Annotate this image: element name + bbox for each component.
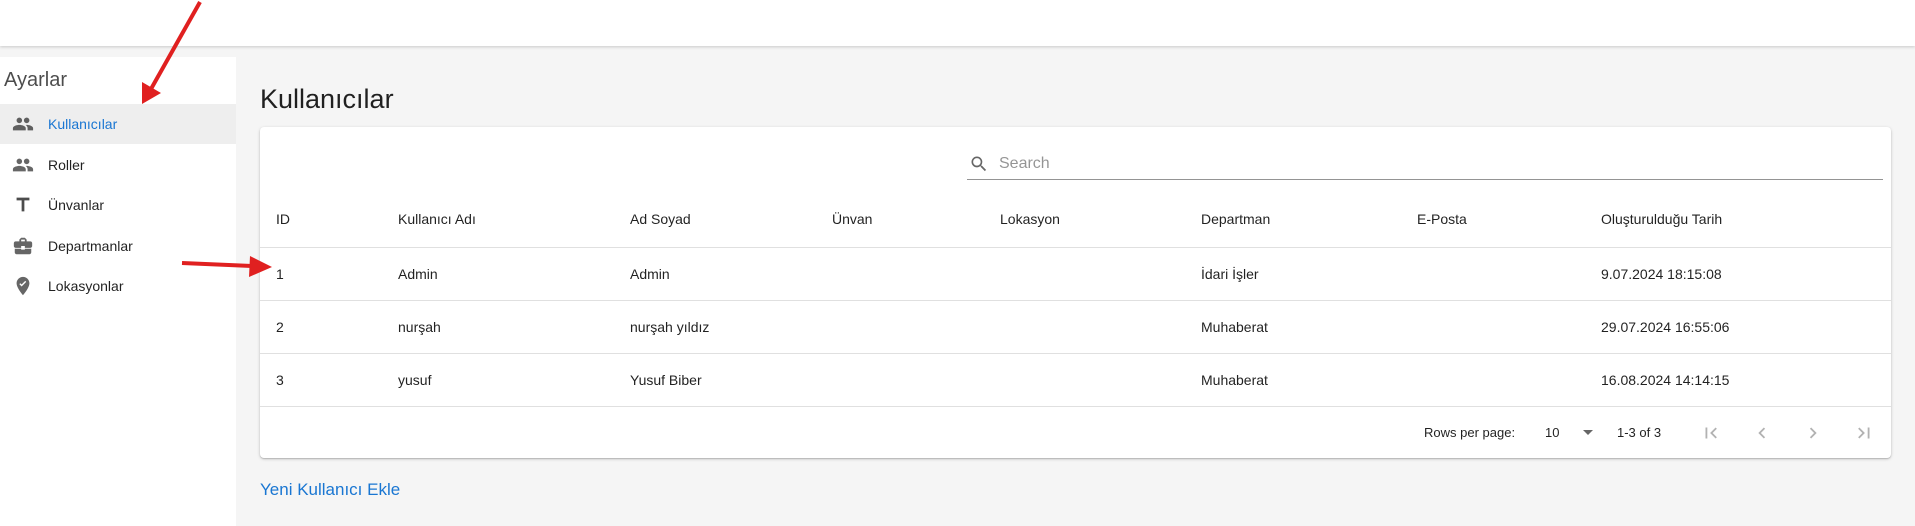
add-user-link[interactable]: Yeni Kullanıcı Ekle — [260, 480, 400, 500]
title-icon — [12, 194, 34, 216]
table-row[interactable]: 1 Admin Admin İdari İşler 9.07.2024 18:1… — [260, 247, 1891, 301]
briefcase-icon — [12, 235, 34, 257]
table-row[interactable]: 2 nurşah nurşah yıldız Muhaberat 29.07.2… — [260, 300, 1891, 354]
next-page-button[interactable] — [1799, 419, 1827, 447]
table-row[interactable]: 3 yusuf Yusuf Biber Muhaberat 16.08.2024… — [260, 353, 1891, 407]
cell-created-date: 29.07.2024 16:55:06 — [1601, 319, 1730, 335]
column-header-username[interactable]: Kullanıcı Adı — [398, 211, 476, 227]
cell-department: İdari İşler — [1201, 266, 1259, 282]
cell-id: 3 — [276, 372, 284, 388]
location-icon — [12, 275, 34, 297]
last-page-button[interactable] — [1850, 419, 1878, 447]
sidebar-item-titles[interactable]: Ünvanlar — [0, 185, 236, 225]
sidebar-item-label: Ünvanlar — [48, 197, 105, 213]
sidebar-item-label: Roller — [48, 157, 85, 173]
people-icon — [12, 113, 34, 135]
caret-down-icon — [1583, 430, 1593, 435]
cell-username: Admin — [398, 266, 438, 282]
sidebar-item-label: Departmanlar — [48, 238, 133, 254]
rows-per-page-label: Rows per page: — [1424, 425, 1516, 440]
column-header-created-date[interactable]: Oluşturulduğu Tarih — [1601, 211, 1722, 227]
search-field — [967, 149, 1883, 180]
cell-username: nurşah — [398, 319, 441, 335]
sidebar-item-label: Lokasyonlar — [48, 278, 124, 294]
people-icon — [12, 154, 34, 176]
pagination-range: 1-3 of 3 — [1617, 425, 1662, 440]
cell-department: Muhaberat — [1201, 319, 1268, 335]
page-title: Kullanıcılar — [260, 84, 394, 114]
chevron-left-icon — [1758, 427, 1766, 439]
users-table-card: ID Kullanıcı Adı Ad Soyad Ünvan Lokasyon… — [260, 127, 1891, 458]
sidebar-item-users[interactable]: Kullanıcılar — [0, 104, 236, 144]
column-header-department[interactable]: Departman — [1201, 211, 1270, 227]
cell-fullname: Admin — [630, 266, 670, 282]
rows-per-page-value: 10 — [1545, 425, 1560, 440]
first-page-icon — [1705, 427, 1717, 439]
first-page-button[interactable] — [1697, 419, 1725, 447]
column-header-fullname[interactable]: Ad Soyad — [630, 211, 691, 227]
last-page-icon — [1858, 427, 1870, 439]
cell-fullname: Yusuf Biber — [630, 372, 702, 388]
sidebar-item-departments[interactable]: Departmanlar — [0, 226, 236, 266]
column-header-email[interactable]: E-Posta — [1417, 211, 1467, 227]
cell-id: 1 — [276, 266, 284, 282]
search-icon — [969, 154, 989, 179]
cell-created-date: 9.07.2024 18:15:08 — [1601, 266, 1722, 282]
sidebar-item-locations[interactable]: Lokasyonlar — [0, 266, 236, 306]
chevron-right-icon — [1809, 427, 1817, 439]
cell-fullname: nurşah yıldız — [630, 319, 710, 335]
sidebar-item-roles[interactable]: Roller — [0, 145, 236, 185]
settings-sidebar: Ayarlar Kullanıcılar Roller Ünvanlar Dep… — [0, 57, 236, 526]
sidebar-item-label: Kullanıcılar — [48, 116, 118, 132]
table-pagination: Rows per page: 10 1-3 of 3 — [260, 406, 1891, 459]
cell-id: 2 — [276, 319, 284, 335]
column-header-title[interactable]: Ünvan — [832, 211, 872, 227]
rows-per-page-select[interactable]: 10 — [1545, 421, 1595, 443]
cell-username: yusuf — [398, 372, 432, 388]
column-header-id[interactable]: ID — [276, 211, 290, 227]
top-app-bar — [0, 0, 1915, 46]
sidebar-title: Ayarlar — [4, 69, 67, 91]
cell-department: Muhaberat — [1201, 372, 1268, 388]
search-input[interactable] — [997, 149, 1881, 179]
column-header-location[interactable]: Lokasyon — [1000, 211, 1060, 227]
previous-page-button[interactable] — [1748, 419, 1776, 447]
cell-created-date: 16.08.2024 14:14:15 — [1601, 372, 1730, 388]
